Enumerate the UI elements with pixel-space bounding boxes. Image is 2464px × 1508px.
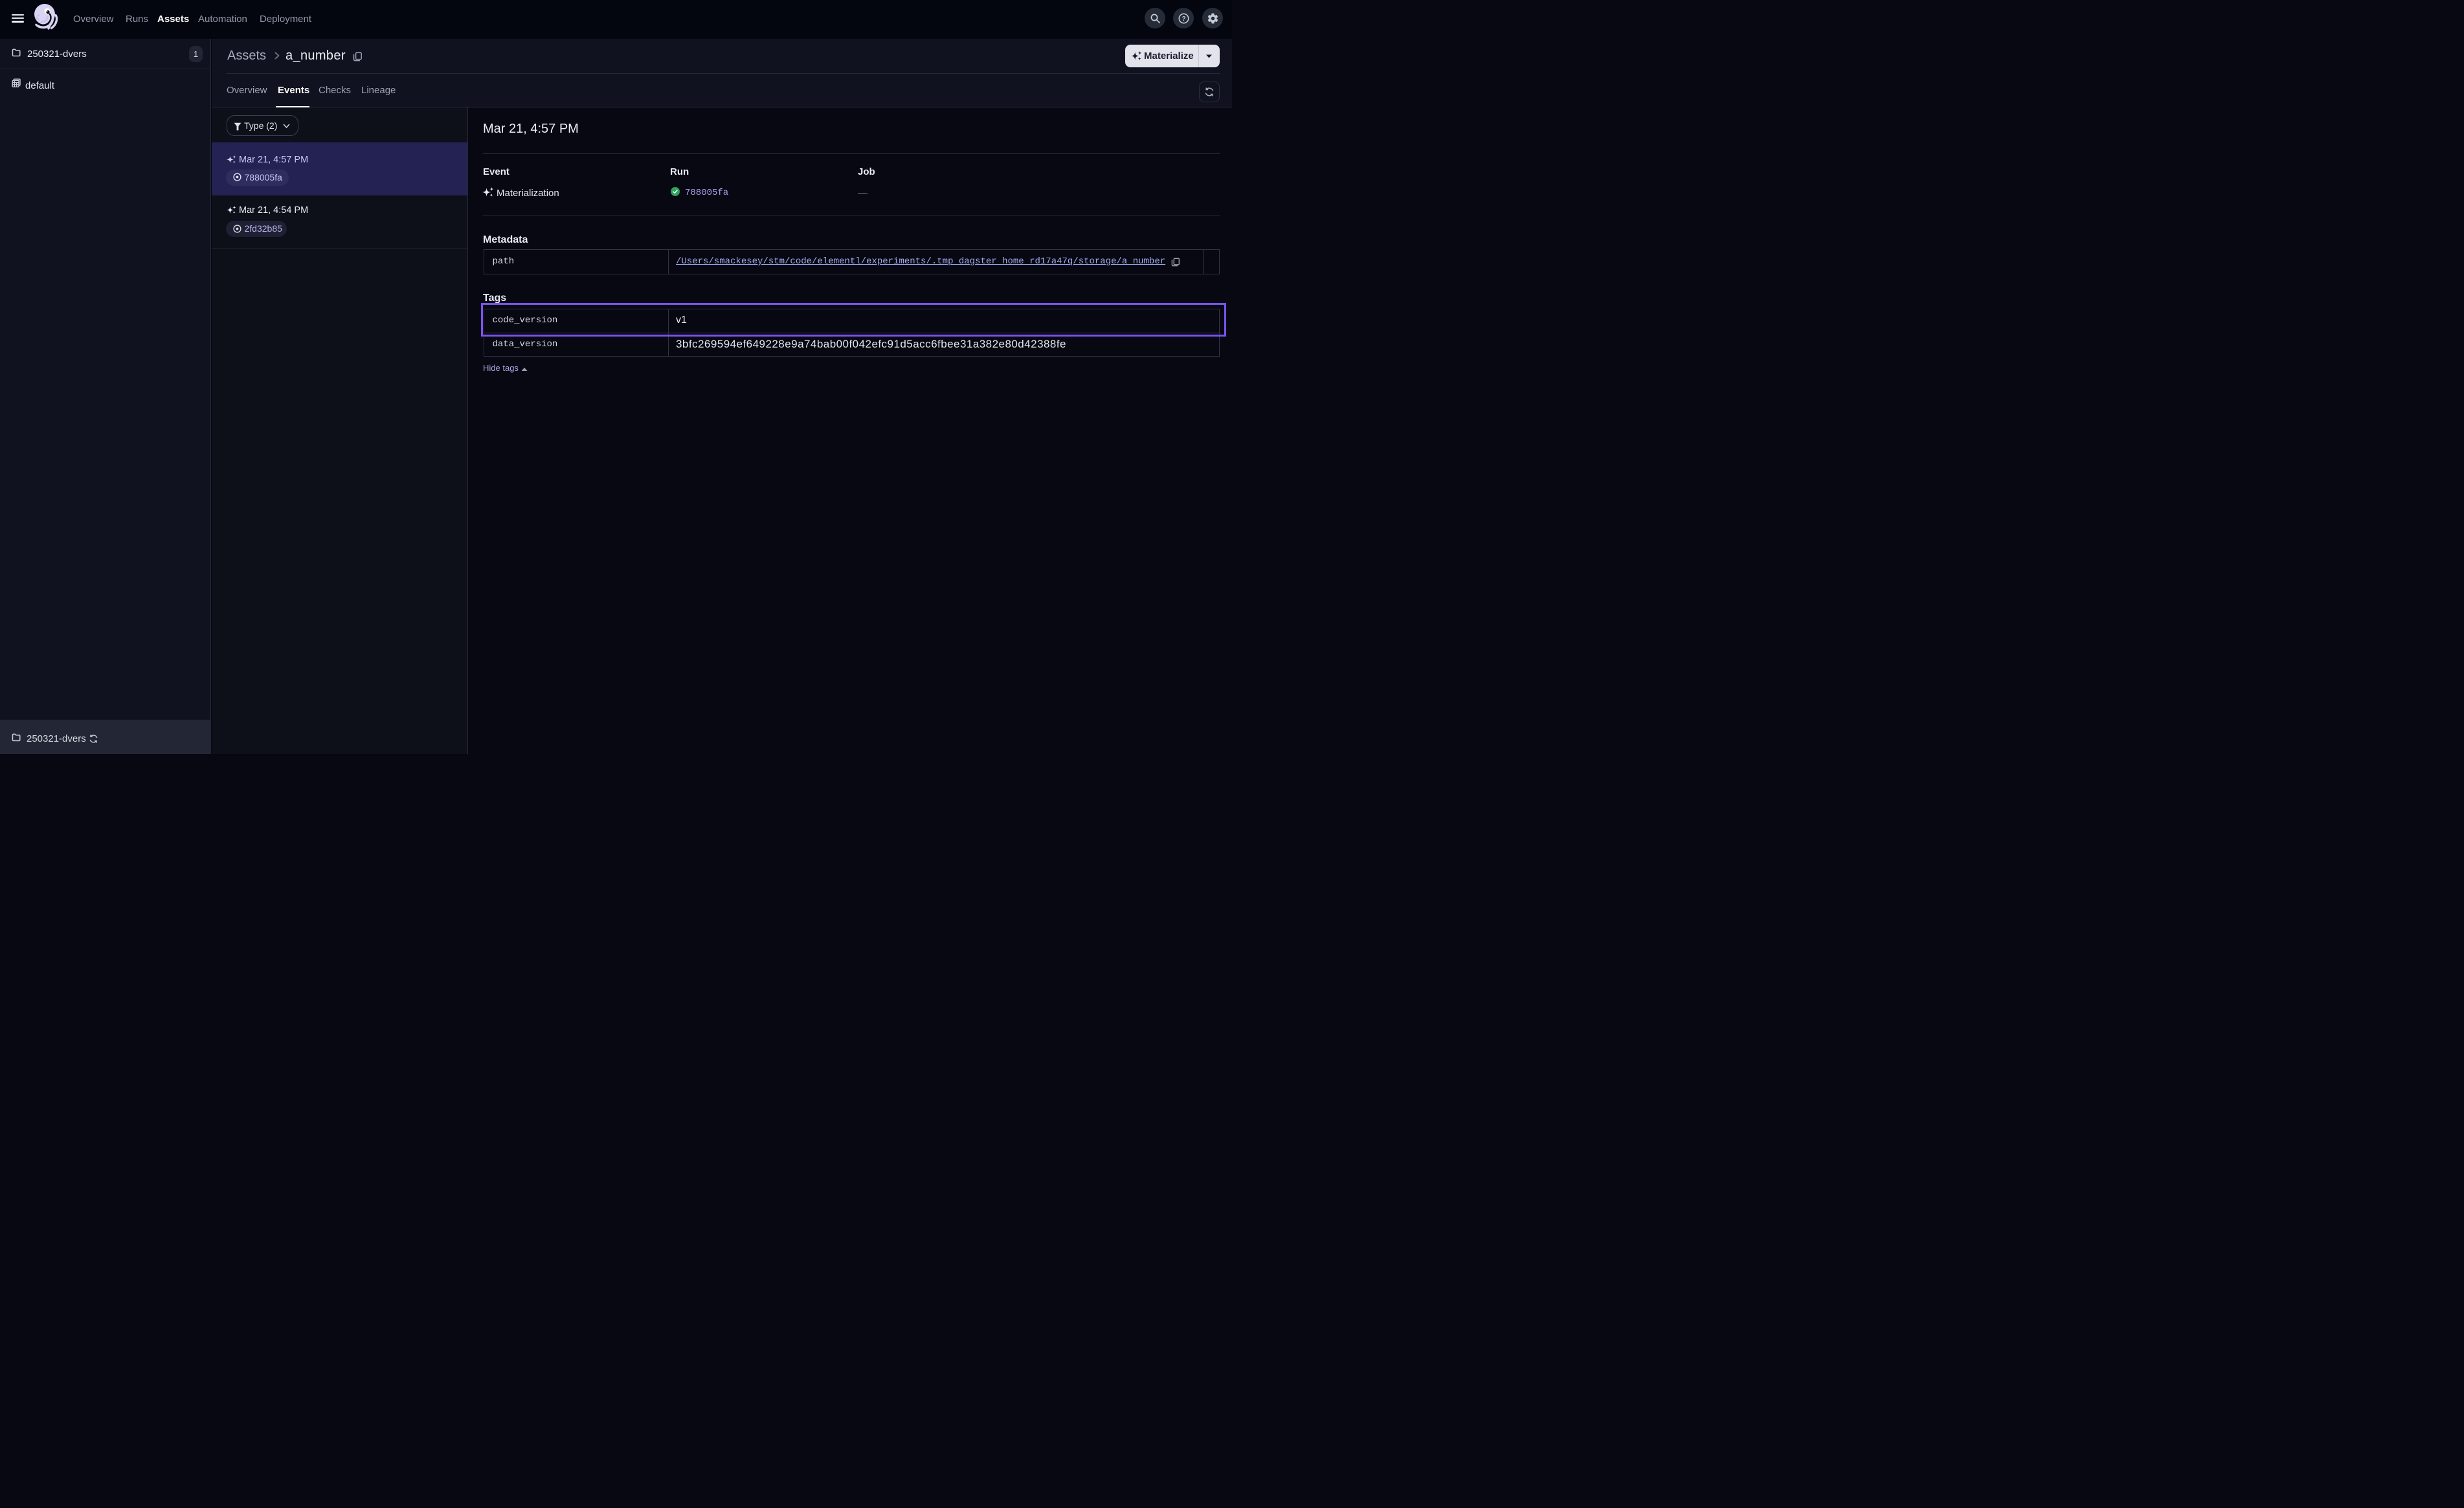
svg-text:?: ?: [1182, 16, 1185, 23]
